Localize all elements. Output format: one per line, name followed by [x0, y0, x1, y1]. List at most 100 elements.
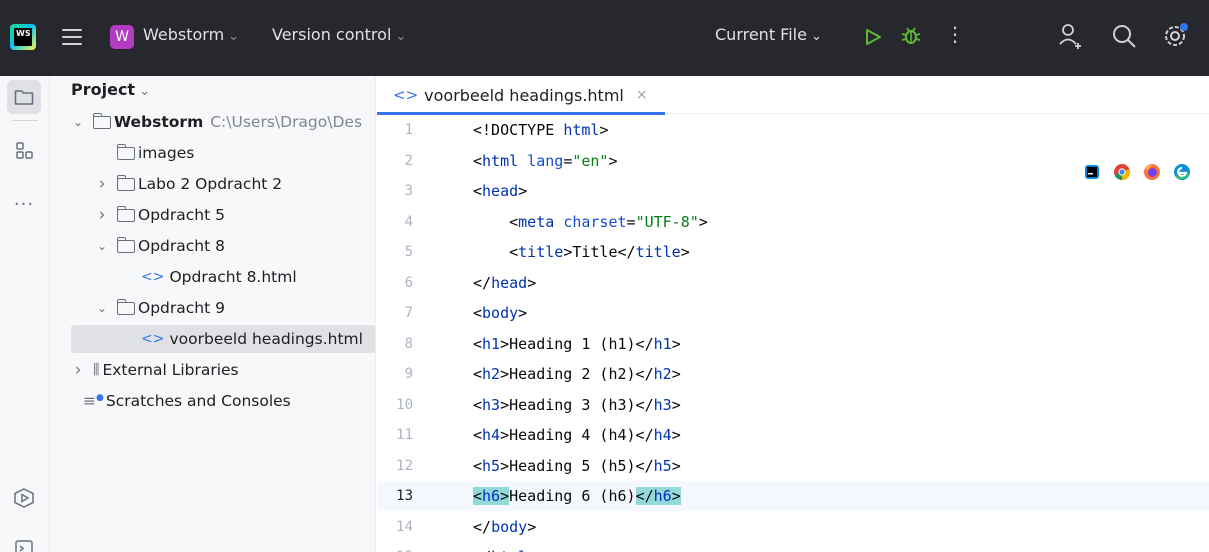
code-line[interactable]: 2 <html lang="en"> — [377, 146, 1209, 176]
line-number[interactable]: 11 — [377, 420, 413, 450]
code-text: <body> — [473, 304, 528, 322]
chevron-right-icon[interactable]: › — [71, 360, 85, 380]
debug-icon[interactable] — [900, 23, 922, 49]
chevron-down-icon: ⌄ — [810, 29, 822, 44]
tree-item[interactable]: <> Opdracht 8.html — [50, 263, 375, 291]
folder-icon — [116, 174, 135, 191]
folder-icon — [116, 298, 135, 315]
tree-item-label: Opdracht 5 — [138, 206, 225, 224]
tree-item-selected[interactable]: <> voorbeeld headings.html — [71, 325, 375, 353]
separator — [12, 120, 38, 121]
code-text: </head> — [473, 273, 537, 292]
line-number[interactable]: 14 — [377, 512, 413, 542]
code-editor[interactable]: 1 <!DOCTYPE html> 2 <html lang="en"> 3 <head>… — [377, 115, 1209, 552]
code-text: <h2>Heading 2 (h2)</h2> — [473, 365, 681, 383]
structure-tool-button[interactable] — [7, 134, 41, 168]
chevron-down-icon: ⌄ — [139, 84, 150, 99]
add-user-icon[interactable] — [1058, 22, 1084, 50]
close-icon[interactable]: × — [636, 87, 648, 103]
run-configuration-selector[interactable]: Current File ⌄ — [715, 25, 822, 44]
settings-icon[interactable] — [1162, 21, 1190, 49]
code-line[interactable]: 15 </html> — [377, 542, 1209, 552]
project-selector[interactable]: Webstorm ⌄ — [143, 25, 239, 44]
tree-item-label: images — [138, 144, 195, 162]
tree-item-label: External Libraries — [102, 361, 239, 379]
chevron-down-icon[interactable]: ⌄ — [95, 301, 109, 315]
chevron-down-icon[interactable]: ⌄ — [95, 239, 109, 253]
tree-item[interactable]: › Labo 2 Opdracht 2 — [50, 170, 375, 198]
tree-item-label: Webstorm — [114, 113, 204, 131]
menu-icon[interactable] — [62, 24, 82, 50]
code-line[interactable]: 9 <h2>Heading 2 (h2)</h2> — [377, 359, 1209, 389]
line-number[interactable]: 8 — [377, 329, 413, 359]
code-line[interactable]: 3 <head> — [377, 176, 1209, 206]
line-number[interactable]: 6 — [377, 268, 413, 298]
project-tool-button[interactable] — [7, 80, 41, 114]
tree-item[interactable]: ⌄ Opdracht 8 — [50, 232, 375, 260]
version-control-label: Version control — [272, 25, 392, 44]
terminal-icon — [15, 540, 33, 552]
tool-window-strip: ... — [0, 76, 50, 552]
code-line[interactable]: 4 <meta charset="UTF-8"> — [377, 207, 1209, 237]
project-badge[interactable]: W — [110, 25, 134, 49]
terminal-tool-button[interactable] — [7, 531, 41, 552]
line-number[interactable]: 15 — [377, 542, 413, 552]
run-icon[interactable] — [862, 24, 884, 50]
code-text: <!DOCTYPE html> — [473, 121, 609, 139]
line-number[interactable]: 3 — [377, 176, 413, 206]
scratches-icon: ≡● — [83, 392, 104, 410]
version-control-menu[interactable]: Version control ⌄ — [272, 25, 406, 44]
line-number[interactable]: 12 — [377, 451, 413, 481]
line-number[interactable]: 9 — [377, 359, 413, 389]
code-text: <h1>Heading 1 (h1)</h1> — [473, 334, 681, 353]
tree-item-label: Opdracht 8 — [138, 237, 225, 255]
code-line[interactable]: 13 <h6>Heading 6 (h6)</h6> — [377, 481, 1209, 511]
line-number[interactable]: 1 — [377, 115, 413, 145]
code-line[interactable]: 7 <body> — [377, 298, 1209, 328]
more-tool-windows-icon[interactable]: ... — [7, 182, 41, 216]
chevron-right-icon[interactable]: › — [95, 174, 109, 194]
tree-item[interactable]: ⌄ Opdracht 9 — [50, 294, 375, 322]
code-line[interactable]: 1 <!DOCTYPE html> — [377, 115, 1209, 145]
html-file-icon: <> — [141, 269, 165, 285]
code-text: <h6>Heading 6 (h6)</h6> — [473, 487, 681, 505]
line-number[interactable]: 10 — [377, 390, 413, 420]
tree-item[interactable]: ≡● Scratches and Consoles — [50, 387, 375, 415]
code-line[interactable]: 6 </head> — [377, 268, 1209, 298]
chevron-right-icon[interactable]: › — [95, 205, 109, 225]
tab-label: voorbeeld headings.html — [424, 85, 624, 105]
code-line[interactable]: 10 <h3>Heading 3 (h3)</h3> — [377, 390, 1209, 420]
code-line[interactable]: 11 <h4>Heading 4 (h4)</h4> — [377, 420, 1209, 450]
line-number[interactable]: 13 — [377, 481, 413, 511]
line-number[interactable]: 4 — [377, 207, 413, 237]
webstorm-logo-icon[interactable]: WS — [10, 24, 36, 50]
tree-item[interactable]: images — [50, 139, 375, 167]
tree-item[interactable]: › ⫼ External Libraries — [50, 356, 375, 384]
line-number[interactable]: 7 — [377, 298, 413, 328]
tree-item[interactable]: › Opdracht 5 — [50, 201, 375, 229]
editor-tab-bar: <> voorbeeld headings.html × — [377, 76, 1209, 115]
code-line[interactable]: 8 <h1>Heading 1 (h1)</h1> — [377, 329, 1209, 359]
folder-icon — [116, 236, 135, 253]
html-file-icon: <> — [141, 331, 165, 347]
code-line[interactable]: 12 <h5>Heading 5 (h5)</h5> — [377, 451, 1209, 481]
tab-voorbeeld-headings[interactable]: <> voorbeeld headings.html × — [377, 76, 665, 115]
more-actions-icon[interactable]: ⋮ — [945, 22, 965, 50]
library-icon: ⫼ — [93, 362, 100, 378]
folder-icon — [116, 205, 135, 222]
logo-text: WS — [16, 29, 31, 38]
code-line[interactable]: 14 </body> — [377, 512, 1209, 542]
services-tool-button[interactable] — [7, 481, 41, 515]
code-text: <head> — [473, 182, 528, 200]
chevron-down-icon[interactable]: ⌄ — [71, 115, 85, 129]
services-icon — [14, 488, 34, 508]
project-panel-header[interactable]: Project ⌄ — [71, 78, 150, 102]
search-icon[interactable] — [1111, 23, 1137, 49]
code-line[interactable]: 5 <title>Title</title> — [377, 237, 1209, 267]
line-number[interactable]: 2 — [377, 146, 413, 176]
code-text: <html lang="en"> — [473, 151, 618, 170]
code-text: <h4>Heading 4 (h4)</h4> — [473, 426, 681, 444]
tree-item[interactable]: ⌄ Webstorm C:\Users\Drago\Des — [50, 108, 375, 136]
line-number[interactable]: 5 — [377, 237, 413, 267]
project-name: Webstorm — [143, 25, 225, 44]
